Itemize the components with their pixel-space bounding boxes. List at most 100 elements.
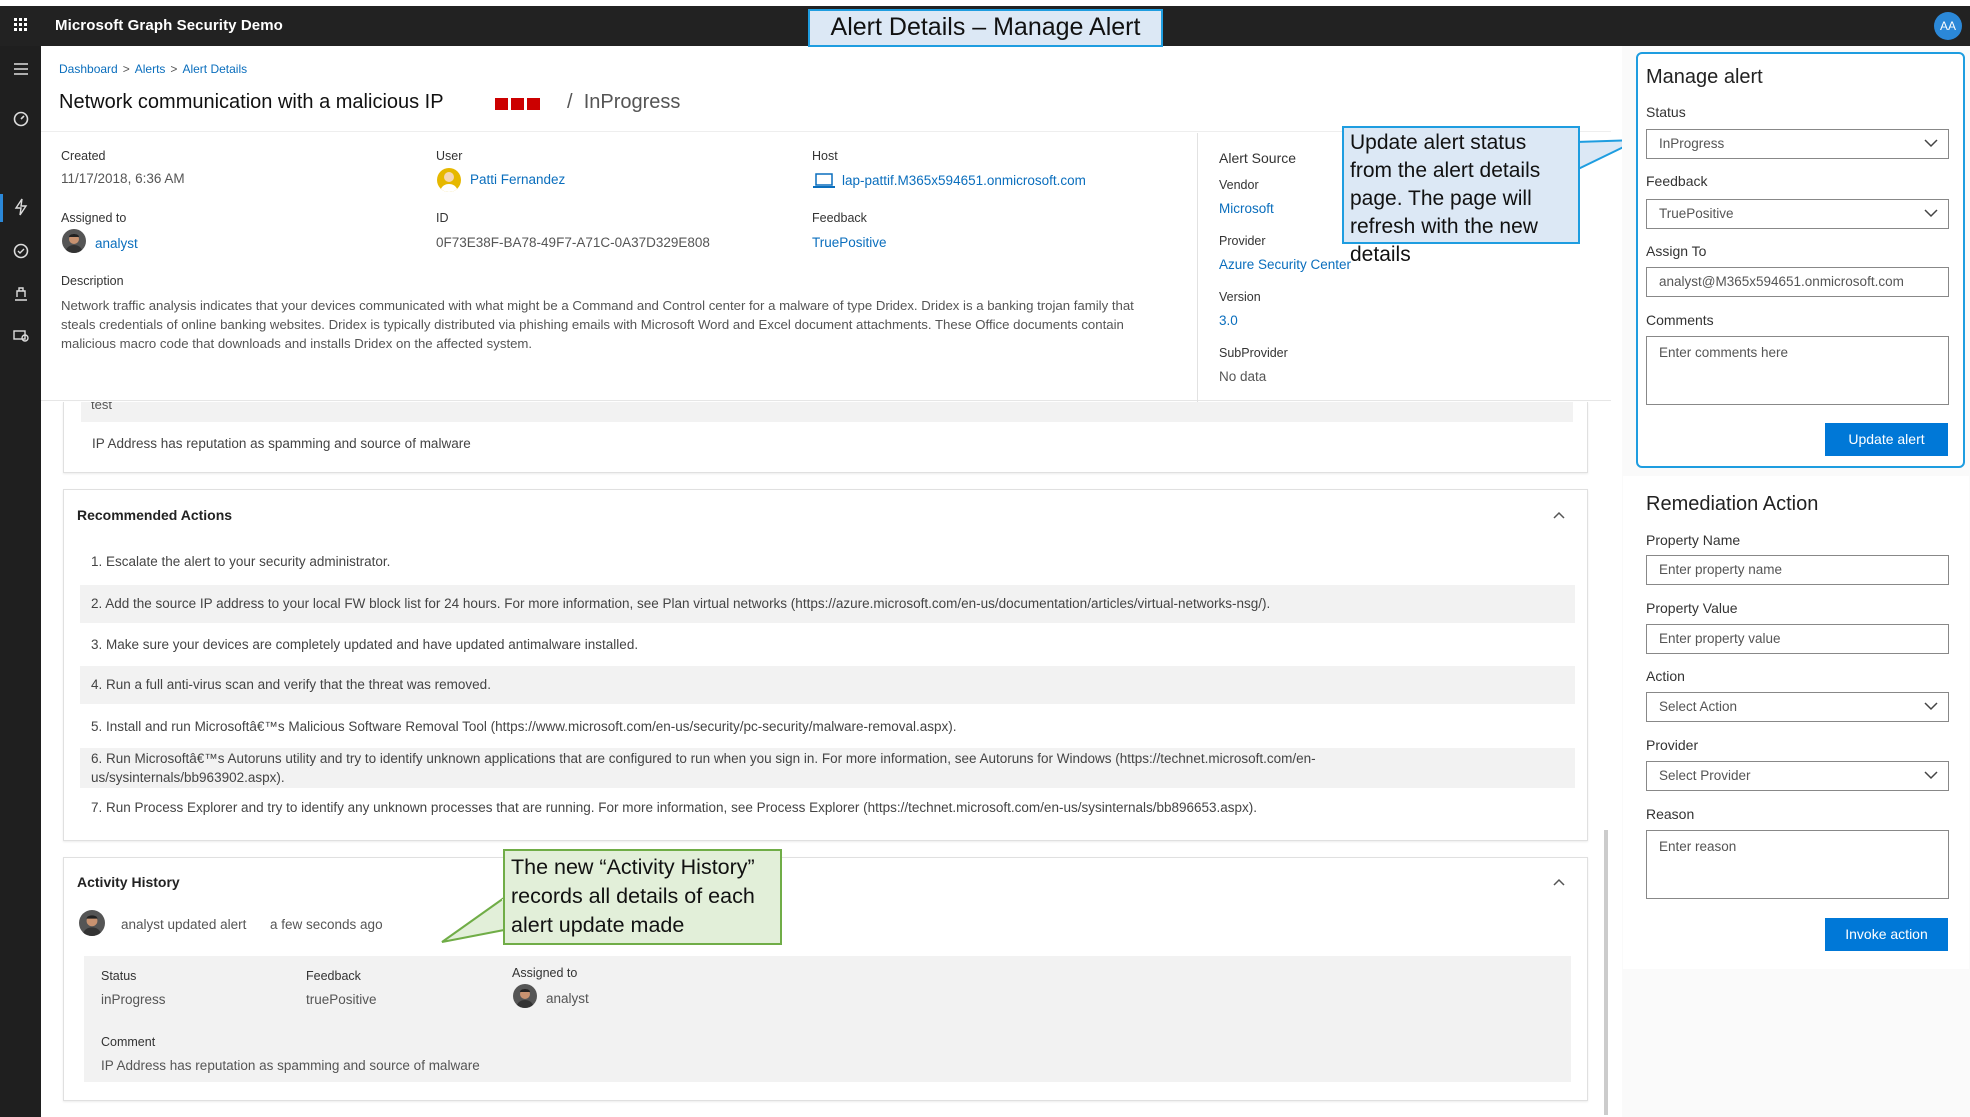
provider-label: Provider — [1219, 234, 1266, 248]
vendor-link[interactable]: Microsoft — [1219, 201, 1274, 216]
provider-select[interactable]: Select Provider — [1646, 761, 1949, 791]
analyst-avatar-icon — [79, 910, 105, 936]
breadcrumb-alerts[interactable]: Alerts — [135, 62, 166, 76]
secure-score-icon[interactable] — [12, 242, 30, 260]
analyst-avatar-icon — [62, 229, 86, 253]
recommended-actions-title: Recommended Actions — [77, 507, 233, 523]
callout-pointer — [441, 896, 506, 943]
alerts-lightning-icon[interactable] — [12, 198, 30, 216]
left-nav-rail — [0, 46, 41, 1117]
hamburger-menu-icon[interactable] — [12, 60, 30, 78]
details-divider — [1197, 133, 1198, 403]
analyst-avatar-icon — [513, 984, 537, 1008]
version-label: Version — [1219, 290, 1261, 304]
provider-select-value: Select Provider — [1659, 768, 1751, 783]
manage-alert-title: Manage alert — [1646, 66, 1763, 88]
subscriptions-icon[interactable] — [12, 326, 30, 344]
breadcrumb-sep: > — [170, 62, 178, 76]
provider-link[interactable]: Azure Security Center — [1219, 257, 1351, 272]
breadcrumb-dashboard[interactable]: Dashboard — [59, 62, 118, 76]
feedback-label: Feedback — [812, 211, 867, 225]
activity-entry-text: analyst updated alert — [121, 917, 247, 932]
assign-to-input[interactable]: analyst@M365x594651.onmicrosoft.com — [1646, 267, 1949, 297]
activity-comment-label: Comment — [101, 1035, 156, 1049]
activity-feedback-label: Feedback — [306, 969, 361, 983]
activity-assigned-label: Assigned to — [512, 966, 578, 980]
user-link[interactable]: Patti Fernandez — [470, 172, 565, 187]
activity-status-value: inProgress — [101, 992, 166, 1007]
subprovider-label: SubProvider — [1219, 346, 1288, 360]
recommended-item: 6. Run Microsoftâ€™s Autoruns utility an… — [80, 748, 1575, 788]
status-select-value: InProgress — [1659, 136, 1725, 151]
created-label: Created — [61, 149, 106, 163]
alert-status-heading: / InProgress — [567, 91, 680, 114]
recommended-item: 3. Make sure your devices are completely… — [91, 637, 639, 652]
reason-label: Reason — [1646, 806, 1695, 822]
content-scrollbar[interactable] — [1604, 830, 1608, 1115]
recommended-actions-card — [63, 489, 1588, 841]
assigned-link[interactable]: analyst — [95, 236, 138, 251]
recommended-item: 4. Run a full anti-virus scan and verify… — [80, 666, 1575, 704]
property-value-input[interactable]: Enter property value — [1646, 624, 1949, 654]
activity-entry-time: a few seconds ago — [270, 917, 383, 932]
app-launcher-icon[interactable] — [14, 18, 28, 32]
comments-textarea[interactable]: Enter comments here — [1646, 336, 1949, 405]
status-separator: / — [567, 91, 573, 113]
chevron-down-icon — [1924, 702, 1938, 711]
severity-indicator — [495, 97, 543, 115]
action-select[interactable]: Select Action — [1646, 692, 1949, 722]
user-avatar[interactable]: AA — [1934, 12, 1962, 40]
breadcrumb-alert-details[interactable]: Alert Details — [182, 62, 247, 76]
property-value-label: Property Value — [1646, 600, 1738, 616]
nav-selected-indicator — [0, 194, 3, 222]
recommended-item: 2. Add the source IP address to your loc… — [80, 585, 1575, 623]
feedback-select[interactable]: TruePositive — [1646, 199, 1949, 229]
invoke-action-button[interactable]: Invoke action — [1825, 918, 1948, 951]
vendor-label: Vendor — [1219, 178, 1259, 192]
id-label: ID — [436, 211, 449, 225]
recommended-item: 1. Escalate the alert to your security a… — [91, 554, 391, 569]
app-title: Microsoft Graph Security Demo — [55, 17, 283, 34]
comments-label: Comments — [1646, 312, 1714, 328]
description-text: Network traffic analysis indicates that … — [61, 298, 1134, 351]
chevron-down-icon — [1924, 771, 1938, 780]
feedback-field-label: Feedback — [1646, 173, 1708, 189]
activity-status-label: Status — [101, 969, 137, 983]
comments-card: test IP Address has reputation as spammi… — [63, 402, 1588, 473]
assigned-label: Assigned to — [61, 211, 127, 225]
property-name-input[interactable]: Enter property name — [1646, 555, 1949, 585]
activity-history-callout: The new “Activity History” records all d… — [503, 849, 782, 945]
user-avatar-icon — [437, 168, 461, 192]
remediation-title: Remediation Action — [1646, 493, 1819, 515]
laptop-icon — [813, 173, 835, 188]
update-status-callout: Update alert status from the alert detai… — [1342, 126, 1580, 266]
chevron-down-icon — [1924, 139, 1938, 148]
recommended-item: 5. Install and run Microsoftâ€™s Malicio… — [91, 719, 957, 734]
version-link[interactable]: 3.0 — [1219, 313, 1238, 328]
collapse-chevron-up-icon[interactable] — [1552, 508, 1566, 522]
recommended-item: 7. Run Process Explorer and try to ident… — [91, 800, 1258, 815]
assign-to-label: Assign To — [1646, 243, 1707, 259]
feedback-link[interactable]: TruePositive — [812, 235, 887, 250]
reason-textarea[interactable]: Enter reason — [1646, 830, 1949, 899]
action-select-value: Select Action — [1659, 699, 1738, 714]
alert-status: InProgress — [583, 91, 681, 113]
page-title: Network communication with a malicious I… — [59, 91, 444, 113]
dashboard-gauge-icon[interactable] — [12, 110, 30, 128]
user-label: User — [436, 149, 463, 163]
comment-row-partial: test — [81, 402, 1573, 422]
activity-assigned-value: analyst — [546, 991, 589, 1006]
comment-text: IP Address has reputation as spamming an… — [92, 436, 471, 451]
comment-partial-text: test — [91, 402, 112, 412]
id-value: 0F73E38F-BA78-49F7-A71C-0A37D329E808 — [436, 235, 710, 250]
feedback-select-value: TruePositive — [1659, 206, 1734, 221]
actions-icon[interactable] — [12, 285, 30, 303]
update-alert-button[interactable]: Update alert — [1825, 423, 1948, 456]
activity-comment-value: IP Address has reputation as spamming an… — [101, 1058, 480, 1073]
status-select[interactable]: InProgress — [1646, 129, 1949, 159]
host-link[interactable]: lap-pattif.M365x594651.onmicrosoft.com — [842, 173, 1086, 188]
collapse-chevron-up-icon[interactable] — [1552, 875, 1566, 889]
activity-history-title: Activity History — [77, 874, 180, 890]
status-label: Status — [1646, 104, 1686, 120]
created-value: 11/17/2018, 6:36 AM — [61, 171, 185, 186]
